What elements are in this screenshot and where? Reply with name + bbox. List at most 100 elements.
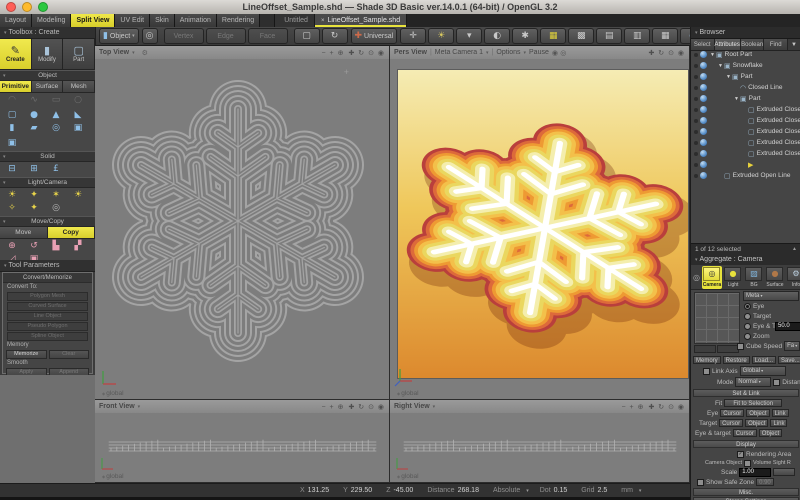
transform-tool[interactable]: ▙ [45, 240, 67, 252]
shape-tool[interactable]: ∿ [23, 94, 45, 106]
move-copy-tab[interactable]: Copy [48, 227, 96, 238]
grid-icon[interactable]: ▩ [568, 28, 594, 44]
zoom-value-field[interactable]: 50.0 [775, 322, 800, 331]
render-toggle-sphere[interactable] [700, 106, 707, 113]
visibility-dot[interactable] [694, 174, 698, 178]
workspace-tab[interactable]: UV Edit [115, 14, 150, 27]
cube-speed-dropdown[interactable]: Fa [784, 341, 800, 351]
zoom-controls[interactable]: − + ⊕ [322, 49, 345, 57]
tree-row[interactable]: ▢ Extruded Open Line [691, 170, 800, 181]
misc-section-header[interactable]: Misc. [693, 488, 799, 496]
workspace-tab[interactable]: Layout [0, 14, 32, 27]
eye-link-button[interactable]: Link [772, 409, 789, 417]
solid-tool[interactable]: £ [45, 163, 67, 175]
aggregate-tab[interactable]: ● Surface [765, 266, 785, 289]
convert-button[interactable]: Polygon Mesh [7, 292, 88, 301]
document-tab[interactable]: Untitled [275, 14, 315, 27]
object-type-tab[interactable]: Mesh [63, 81, 95, 92]
viewport-nav-icons[interactable]: ✚ ↻ ⊙ ◉ [648, 403, 685, 411]
light-camera-tool[interactable]: ☀ [1, 189, 23, 201]
view-wireframe-icon[interactable]: ▤ [596, 28, 622, 44]
chevron-down-icon[interactable]: ▾ [639, 488, 642, 494]
aggregate-tab[interactable]: ● Light [723, 266, 743, 289]
close-tab-icon[interactable]: × [321, 18, 325, 24]
light-camera-tool[interactable]: ✦ [23, 189, 45, 201]
light-camera-tool[interactable]: ✦ [23, 202, 45, 214]
eye-object-button[interactable]: Object [746, 409, 769, 417]
toolbox-mode-button[interactable]: ▢ Part [63, 39, 95, 69]
convert-button[interactable]: Line Object [7, 312, 88, 321]
chevron-down-icon[interactable]: ▾ [524, 50, 527, 56]
universal-manipulator-button[interactable]: ✚ Universal [351, 28, 398, 44]
collapse-icon[interactable]: ▲ [792, 246, 797, 252]
radio-row[interactable]: Zoom [744, 332, 790, 340]
safe-zone-value[interactable]: 0.90 [756, 478, 774, 486]
move-copy-tab[interactable]: Move [0, 227, 48, 238]
workspace-tab[interactable]: Animation [175, 14, 217, 27]
light-camera-section-header[interactable]: Light/Camera [0, 177, 95, 188]
tree-row[interactable]: ◠ Closed Line [691, 82, 800, 93]
render-toggle-sphere[interactable] [700, 84, 707, 91]
solid-tool[interactable]: ⊟ [1, 163, 23, 175]
viewport-nav-icons[interactable]: ✚ ↻ ⊙ ◉ [348, 49, 385, 57]
light-tool-icon[interactable]: ☀ [428, 28, 454, 44]
render-state-icons[interactable]: ◉ ◎ [552, 49, 566, 57]
camera-memory-button[interactable]: Save... [778, 356, 800, 364]
coordinate-space-label[interactable]: global [102, 390, 124, 397]
aggregate-tab[interactable]: ⚙ Info [786, 266, 800, 289]
tool-dropdown-icon[interactable]: ▾ [456, 28, 482, 44]
toolbox-header[interactable]: Toolbox : Create [0, 27, 95, 39]
tree-row[interactable]: ▢ Extruded Closed [691, 104, 800, 115]
browser-header[interactable]: Browser [691, 27, 800, 39]
camera-memory-button[interactable]: Load... [752, 356, 776, 364]
eyetarget-object-button[interactable]: Object [759, 429, 782, 437]
toolbox-mode-button[interactable]: ▮ Modify [32, 39, 64, 69]
shape-tool[interactable]: ▭ [45, 94, 67, 106]
visibility-dot[interactable] [694, 75, 698, 79]
selection-mode-button[interactable]: Edge [206, 28, 246, 44]
camera-selector[interactable]: Meta Camera 1 [435, 49, 483, 56]
memory-button[interactable]: Memorize [6, 350, 47, 359]
primitive-tool[interactable]: ▣ [67, 122, 89, 134]
options-menu[interactable]: Options [496, 49, 520, 56]
mode-dropdown[interactable]: Normal [735, 377, 771, 387]
light-camera-tool[interactable]: ✶ [45, 189, 67, 201]
primitive-tool[interactable]: ● [23, 109, 45, 121]
render-toggle-sphere[interactable] [700, 62, 707, 69]
object-type-tab[interactable]: Primitive [0, 81, 32, 92]
zoom-controls[interactable]: − + ⊕ [622, 403, 645, 411]
target-link-button[interactable]: Link [770, 419, 787, 427]
document-tab[interactable]: × LineOffset_Sample.shd [315, 14, 407, 27]
tree-row[interactable]: ▼ ▣ Part [691, 93, 800, 104]
object-section-header[interactable]: Object [0, 70, 95, 81]
render-toggle-sphere[interactable] [700, 150, 707, 157]
safe-zone-checkbox[interactable] [697, 479, 704, 486]
fit-to-selection-button[interactable]: Fit to Selection [724, 399, 782, 407]
tab-overflow-button[interactable] [260, 14, 275, 27]
primitive-tool[interactable]: ▣ [1, 137, 23, 149]
render-toggle-sphere[interactable] [700, 139, 707, 146]
solid-section-header[interactable]: Solid [0, 151, 95, 162]
transform-tool[interactable]: ▞ [67, 240, 89, 252]
render-toggle-sphere[interactable] [700, 73, 707, 80]
render-toggle-sphere[interactable] [700, 95, 707, 102]
visibility-dot[interactable] [694, 53, 698, 57]
radio-icon[interactable] [744, 303, 751, 310]
tree-row[interactable]: ▢ Extruded Closed [691, 126, 800, 137]
transform-tool[interactable]: ⊕ [1, 240, 23, 252]
primitive-tool[interactable]: ▢ [1, 109, 23, 121]
camera-memory-button[interactable]: Memory [693, 356, 721, 364]
visibility-dot[interactable] [694, 64, 698, 68]
visibility-dot[interactable] [694, 86, 698, 90]
tree-row[interactable]: ▢ Extruded Closed [691, 137, 800, 148]
visibility-dot[interactable] [694, 163, 698, 167]
viewport-nav-icons[interactable]: ✚ ↻ ⊙ ◉ [348, 403, 385, 411]
chevron-down-icon[interactable]: ▾ [433, 404, 436, 410]
chevron-down-icon[interactable]: ▾ [138, 404, 141, 410]
eyetarget-cursor-button[interactable]: Cursor [733, 429, 757, 437]
view-shaded-icon[interactable]: ▥ [624, 28, 650, 44]
camera-preview[interactable] [694, 292, 740, 344]
radio-row[interactable]: Target [744, 312, 790, 320]
move-copy-section-header[interactable]: Move/Copy [0, 216, 95, 227]
render-toggle-sphere[interactable] [700, 51, 707, 58]
